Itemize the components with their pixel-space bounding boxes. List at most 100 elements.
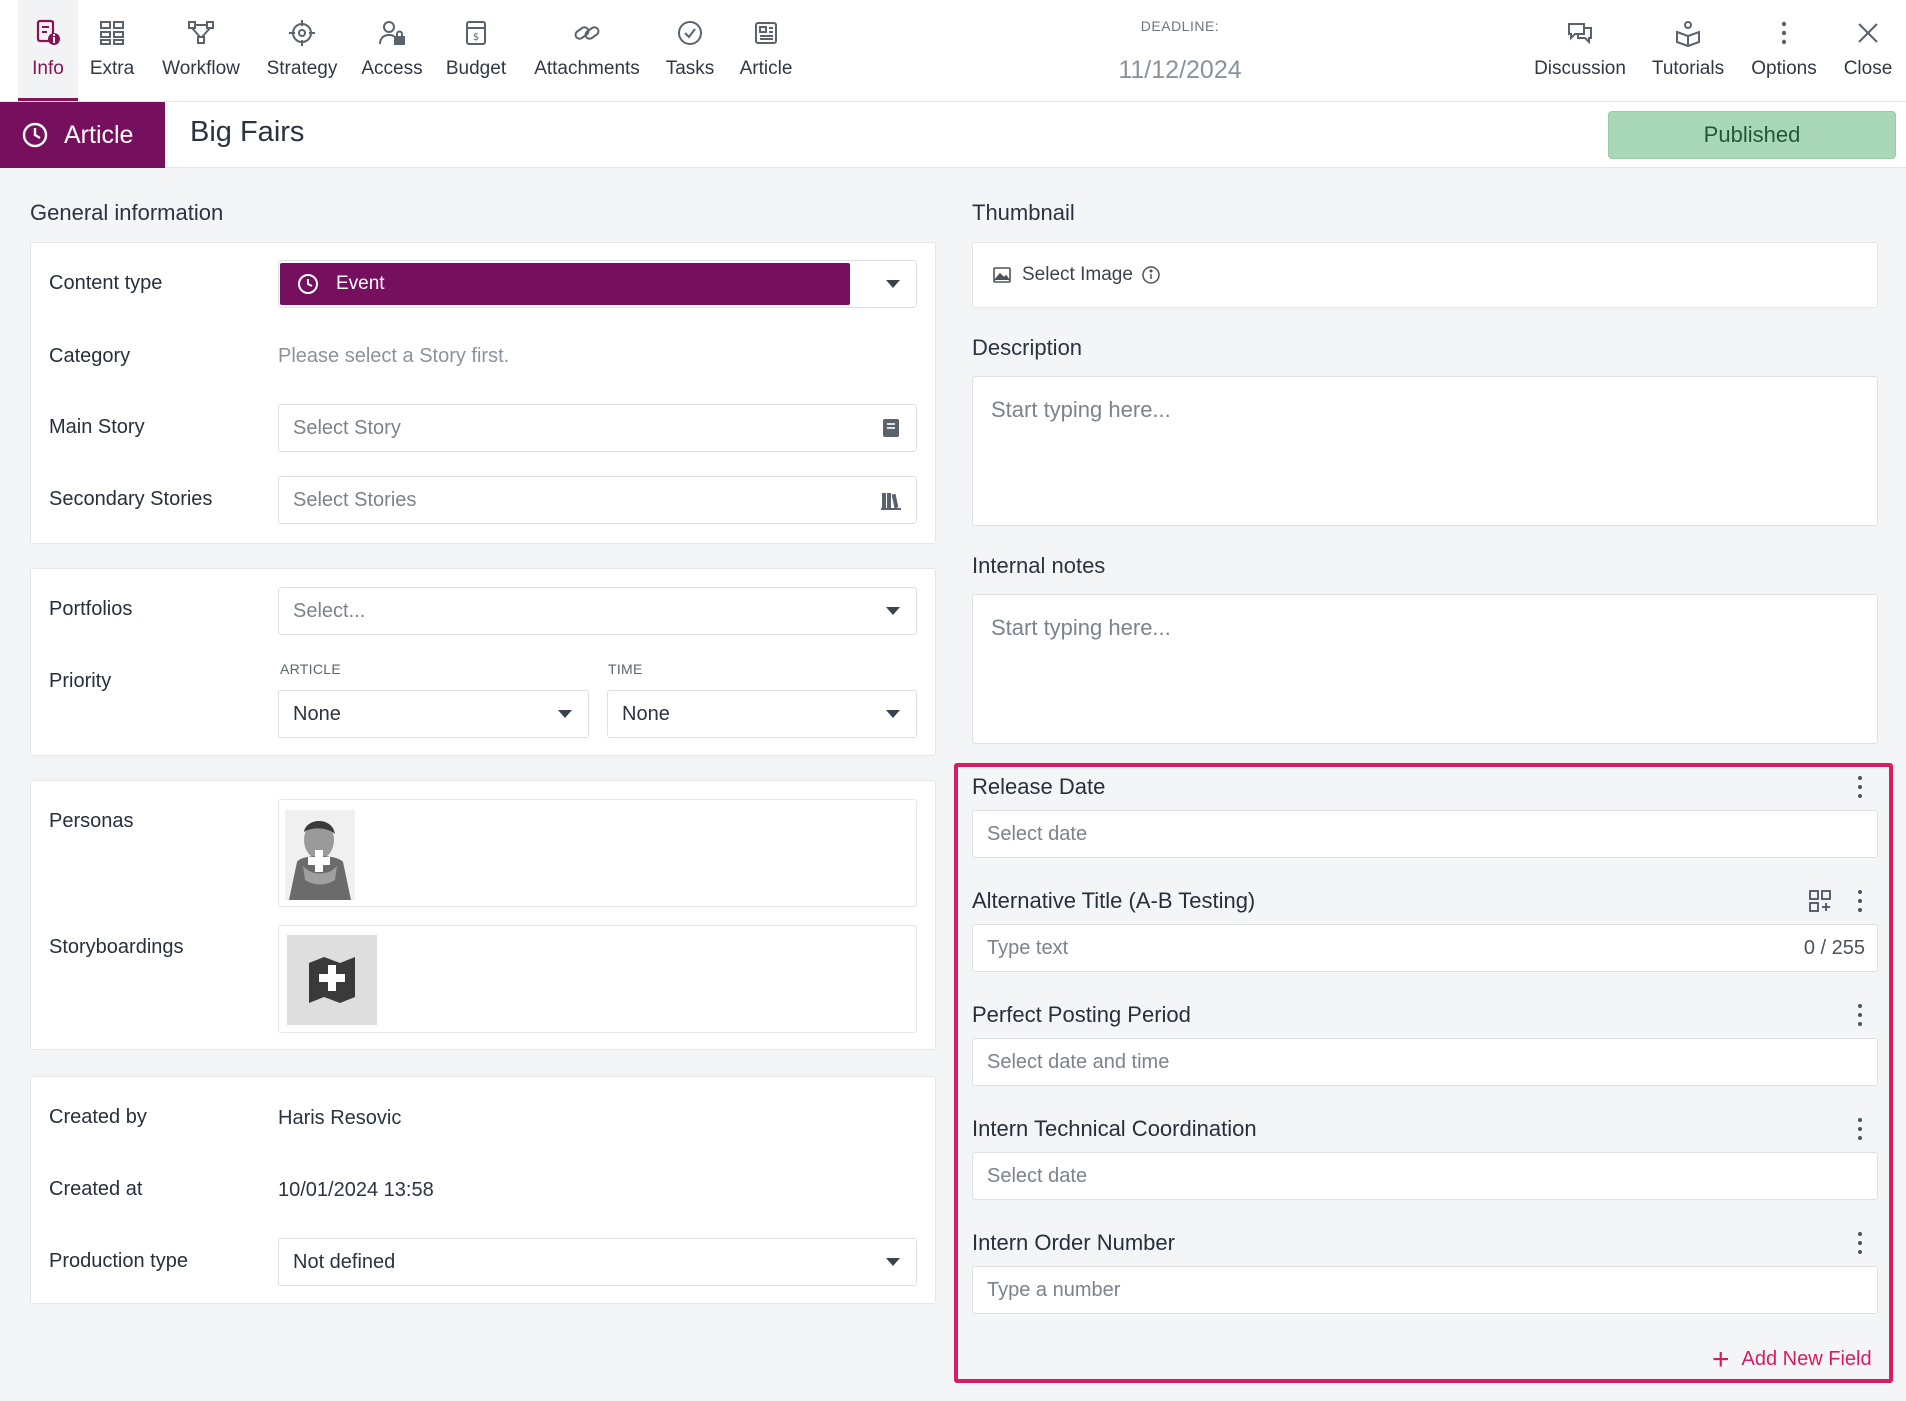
release-date-input[interactable]: Select date	[972, 810, 1878, 858]
tab-label: Info	[32, 58, 64, 79]
release-date-title: Release Date	[972, 774, 1106, 799]
alt-title-input[interactable]: Type text 0 / 255	[972, 924, 1878, 972]
tech-coordination-placeholder: Select date	[987, 1164, 1088, 1187]
user-lock-icon	[379, 21, 405, 45]
created-at-value: 10/01/2024 13:58	[278, 1179, 434, 1201]
tab-access[interactable]: Access	[360, 0, 424, 101]
info-icon[interactable]	[1141, 265, 1161, 285]
tab-strategy[interactable]: Strategy	[264, 0, 340, 101]
deadline-value[interactable]: 11/12/2024	[1060, 56, 1300, 85]
tab-budget[interactable]: $ Budget	[444, 0, 508, 101]
order-number-input[interactable]: Type a number	[972, 1266, 1878, 1314]
storyboard-map-icon[interactable]	[287, 935, 377, 1025]
page-title[interactable]: Big Fairs	[190, 116, 304, 149]
status-button[interactable]: Published	[1608, 111, 1896, 159]
general-info-title: General information	[30, 200, 224, 225]
portfolios-select[interactable]: Select...	[278, 587, 917, 635]
article-header: Article Big Fairs Published	[0, 102, 1906, 168]
tab-label: Budget	[445, 58, 507, 79]
tab-tasks[interactable]: Tasks	[664, 0, 716, 101]
info-doc-icon	[36, 19, 60, 45]
time-priority-value: None	[622, 702, 670, 725]
library-icon	[881, 493, 901, 510]
article-priority-label: ARTICLE	[280, 661, 341, 677]
chevron-down-icon	[886, 280, 900, 288]
content-type-chip[interactable]: Event	[280, 263, 850, 305]
deadline: DEADLINE: 11/12/2024	[1060, 18, 1300, 85]
article-type-badge: Article	[0, 102, 165, 168]
tab-label: Options	[1751, 58, 1817, 79]
tab-tutorials[interactable]: Tutorials	[1648, 0, 1728, 101]
tab-discussion[interactable]: Discussion	[1530, 0, 1630, 101]
main-story-placeholder: Select Story	[293, 416, 401, 439]
tab-label: Access	[361, 58, 423, 79]
order-number-placeholder: Type a number	[987, 1278, 1121, 1301]
kebab-icon[interactable]	[1857, 1232, 1863, 1254]
grid-add-icon[interactable]	[1808, 889, 1832, 913]
created-by-value: Haris Resovic	[278, 1107, 402, 1129]
tab-label: Article	[739, 58, 793, 79]
link-icon	[574, 26, 600, 40]
posting-period-input[interactable]: Select date and time	[972, 1038, 1878, 1086]
kebab-icon[interactable]	[1857, 890, 1863, 912]
kebab-icon	[1781, 21, 1787, 45]
add-new-field-button[interactable]: + Add New Field	[1712, 1342, 1872, 1376]
internal-notes-textarea[interactable]: Start typing here...	[972, 594, 1878, 744]
kebab-icon[interactable]	[1857, 776, 1863, 798]
plus-icon: +	[1712, 1342, 1730, 1376]
storyboardings-label: Storyboardings	[49, 936, 184, 958]
grid-icon	[100, 21, 124, 45]
production-type-value: Not defined	[293, 1250, 396, 1273]
tutorial-icon	[1676, 21, 1700, 48]
tab-workflow[interactable]: Workflow	[156, 0, 246, 101]
personas-area[interactable]	[278, 799, 917, 907]
kebab-icon[interactable]	[1857, 1118, 1863, 1140]
kebab-icon[interactable]	[1857, 1004, 1863, 1026]
alt-title-title: Alternative Title (A-B Testing)	[972, 888, 1256, 913]
tab-label: Tutorials	[1651, 58, 1725, 79]
portfolios-label: Portfolios	[49, 598, 133, 620]
tab-label: Close	[1843, 58, 1893, 79]
internal-notes-title: Internal notes	[972, 553, 1106, 578]
secondary-stories-placeholder: Select Stories	[293, 488, 417, 511]
tech-coordination-input[interactable]: Select date	[972, 1152, 1878, 1200]
char-counter: 0 / 255	[1803, 937, 1865, 959]
book-icon	[883, 419, 899, 437]
secondary-stories-input[interactable]: Select Stories	[278, 476, 917, 524]
image-icon	[993, 267, 1011, 283]
description-title: Description	[972, 335, 1083, 360]
add-new-field-label: Add New Field	[1741, 1348, 1872, 1370]
time-priority-select[interactable]: None	[607, 690, 917, 738]
chevron-down-icon	[886, 710, 900, 718]
production-type-select[interactable]: Not defined	[278, 1238, 917, 1286]
chevron-down-icon	[886, 1258, 900, 1266]
svg-text:$: $	[473, 32, 479, 43]
tab-info[interactable]: Info	[18, 0, 78, 101]
chevron-down-icon	[886, 607, 900, 615]
priority-label: Priority	[49, 670, 112, 692]
category-hint: Please select a Story first.	[278, 345, 510, 367]
article-badge-label: Article	[64, 120, 134, 149]
created-by-label: Created by	[49, 1106, 147, 1128]
description-textarea[interactable]: Start typing here...	[972, 376, 1878, 526]
article-priority-value: None	[293, 702, 341, 725]
deadline-label: DEADLINE:	[1140, 18, 1220, 34]
main-story-input[interactable]: Select Story	[278, 404, 917, 452]
persona-avatar[interactable]	[285, 810, 355, 900]
tab-close[interactable]: Close	[1838, 0, 1898, 101]
content-type-label: Content type	[49, 272, 163, 294]
tab-attachments[interactable]: Attachments	[530, 0, 644, 101]
top-nav: Info Extra Workflow Strategy Access $ Bu…	[0, 0, 1906, 102]
workflow-icon	[188, 21, 214, 44]
close-icon	[1858, 23, 1878, 43]
tab-article[interactable]: Article	[736, 0, 796, 101]
tab-extra[interactable]: Extra	[84, 0, 140, 101]
tab-options[interactable]: Options	[1748, 0, 1820, 101]
article-priority-select[interactable]: None	[278, 690, 589, 738]
category-label: Category	[49, 345, 131, 367]
select-image-button[interactable]: Select Image	[992, 264, 1161, 286]
alt-title-placeholder: Type text	[987, 936, 1069, 959]
check-circle-icon	[678, 21, 702, 45]
tab-label: Discussion	[1534, 58, 1626, 79]
newspaper-icon	[755, 22, 777, 44]
